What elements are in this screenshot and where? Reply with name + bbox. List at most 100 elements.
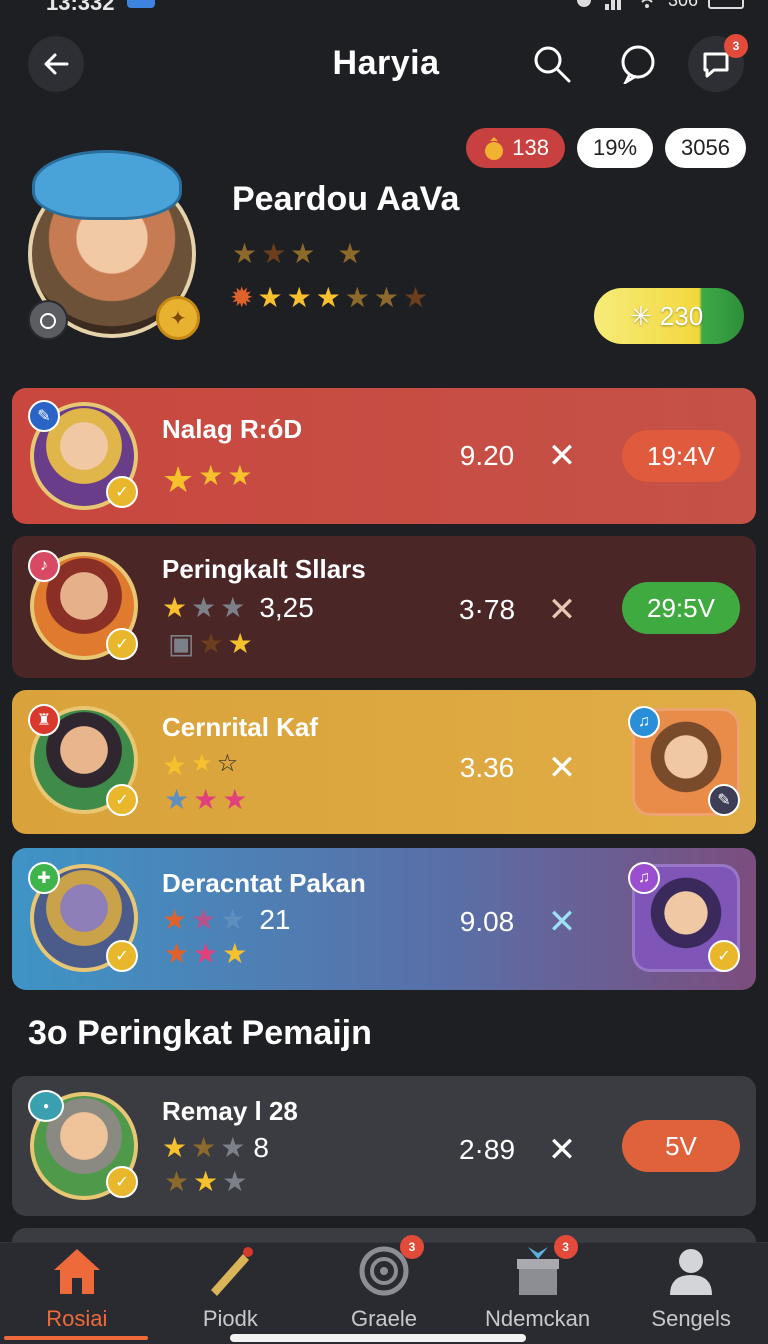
- nav-item-rosiai[interactable]: Rosiai: [0, 1243, 154, 1344]
- leaderboard-card[interactable]: ✎ ✓ Nalag R:óD ★ ★ ★ 9.20 ✕ 19:4V: [12, 388, 756, 524]
- player-rating-secondary: ★ ★ ★: [164, 786, 247, 814]
- player-rating: ★ ★ ★ 21: [162, 906, 290, 934]
- brush-icon: [202, 1243, 258, 1298]
- time-pill[interactable]: 19:4V: [622, 430, 740, 482]
- nav-item-piodk[interactable]: Piodk: [154, 1243, 308, 1344]
- star-icon: ★: [198, 628, 224, 659]
- star-icon: ★: [232, 238, 258, 269]
- gamepad-icon: ✚: [28, 862, 60, 894]
- player-rating-secondary: ★ ★ ★: [164, 1168, 247, 1196]
- nav-label: Sengels: [651, 1306, 731, 1331]
- status-time: 13:332: [46, 0, 115, 15]
- search-button[interactable]: [528, 40, 576, 88]
- star-icon: ★: [286, 282, 312, 313]
- star-icon: ★: [227, 628, 253, 659]
- star-icon: ★: [257, 282, 283, 313]
- music-icon: ♪: [28, 550, 60, 582]
- location-icon: [576, 0, 591, 7]
- nav-badge: 3: [399, 1235, 424, 1259]
- nav-item-ndemckan[interactable]: 3 Ndemckan: [461, 1235, 615, 1344]
- close-icon[interactable]: ✕: [542, 748, 582, 788]
- battery-icon: [708, 0, 744, 9]
- leaderboard-card[interactable]: ✚ ✓ Deracntat Pakan ★ ★ ★ 21 ★ ★ ★ 9.08 …: [12, 848, 756, 990]
- leaderboard-card[interactable]: ♪ ✓ Peringkalt Sllars ★ ★ ★ 3,25 ▣ ★ ★ 3…: [12, 536, 756, 678]
- camera-icon[interactable]: [28, 300, 68, 340]
- profile-avatar[interactable]: ✦: [28, 150, 200, 340]
- coins-pill[interactable]: 138: [466, 128, 565, 168]
- player-name: Cernrital Kaf: [162, 712, 319, 742]
- battery-percent: 306: [667, 0, 698, 10]
- nav-badge: 3: [553, 1235, 578, 1259]
- gift-box-icon: 3: [510, 1235, 578, 1298]
- rating-value: 8: [253, 1132, 269, 1163]
- check-icon: ✓: [106, 1166, 138, 1198]
- points-pill[interactable]: 3056: [665, 128, 746, 168]
- close-icon[interactable]: ✕: [542, 590, 582, 630]
- check-icon: ✓: [106, 940, 138, 972]
- home-indicator: [230, 1334, 526, 1342]
- points-value: 3056: [681, 135, 730, 160]
- back-button[interactable]: [28, 36, 84, 92]
- app-notification-icon: [126, 0, 155, 8]
- star-outline-icon: ☆: [216, 750, 239, 777]
- section-title: 3o Peringkat Pemaijn: [28, 1014, 372, 1052]
- player-name: Remay l 28: [162, 1096, 298, 1126]
- nav-label: Ndemckan: [485, 1306, 591, 1331]
- player-rating-secondary: ▣ ★ ★: [168, 630, 253, 658]
- nav-item-sengels[interactable]: Sengels: [614, 1243, 768, 1344]
- star-icon: ★: [164, 784, 190, 815]
- time-pill[interactable]: 29:5V: [622, 582, 740, 634]
- player-score: 3.36: [459, 752, 515, 783]
- top-bar: Haryia 3: [28, 34, 748, 96]
- close-icon[interactable]: ✕: [542, 902, 582, 942]
- close-icon[interactable]: ✕: [542, 436, 582, 476]
- close-icon[interactable]: ✕: [542, 1130, 582, 1170]
- star-icon: ★: [290, 238, 316, 269]
- trophy-icon: ♜: [28, 704, 60, 736]
- medal-icon: ✦: [156, 296, 200, 340]
- player-name: Nalag R:óD: [162, 414, 303, 444]
- time-pill[interactable]: 5V: [622, 1120, 740, 1172]
- target-icon: 3: [356, 1235, 424, 1298]
- star-icon: ★: [222, 938, 248, 969]
- nav-item-graele[interactable]: 3 Graele: [307, 1235, 461, 1344]
- coins-value: 138: [512, 135, 549, 160]
- star-icon: ★: [222, 1166, 248, 1197]
- profile-rating-row-2: ✹ ★ ★ ★ ★ ★ ★: [230, 284, 428, 312]
- star-icon: ★: [191, 592, 217, 623]
- star-icon: ★: [193, 1166, 219, 1197]
- player-score: 9.08: [459, 906, 515, 937]
- star-icon: ★: [198, 460, 224, 491]
- stats-bar: 138 19% 3056: [466, 128, 746, 168]
- messages-button[interactable]: 3: [688, 34, 748, 92]
- signal-icon: [604, 0, 621, 10]
- player-name: Deracntat Pakan: [162, 868, 366, 898]
- star-icon: ★: [220, 592, 246, 623]
- sparkle-icon: ✳: [630, 300, 652, 331]
- player-name: Peringkalt Sllars: [162, 554, 366, 584]
- star-icon: ★: [220, 904, 246, 935]
- star-icon: ★: [193, 938, 219, 969]
- notification-badge: 3: [724, 34, 748, 58]
- star-icon: ★: [162, 459, 195, 500]
- leaderboard-card[interactable]: ● ✓ Remay l 28 ★ ★ ★ 8 ★ ★ ★ 2·89 ✕ 5V: [12, 1076, 756, 1216]
- star-icon: ★: [162, 904, 188, 935]
- chat-button[interactable]: [614, 40, 662, 88]
- player-rating: ★ ★ ☆: [162, 752, 238, 780]
- hat-graphic: [32, 150, 182, 220]
- check-icon: ✓: [106, 784, 138, 816]
- player-score: 9.20: [459, 440, 515, 471]
- status-bar: 13:332 306: [0, 0, 768, 24]
- money-bag-icon: [485, 137, 504, 160]
- xp-pill[interactable]: ✳ 230: [594, 288, 744, 344]
- percent-pill[interactable]: 19%: [577, 128, 654, 168]
- arrow-left-icon: [44, 53, 69, 75]
- leaderboard-card[interactable]: ♜ ✓ Cernrital Kaf ★ ★ ☆ ★ ★ ★ 3.36 ✕ ♫ ✎: [12, 690, 756, 834]
- percent-value: 19%: [593, 135, 638, 160]
- player-score: 2·89: [458, 1134, 516, 1165]
- search-icon: [534, 46, 571, 83]
- check-icon: ✓: [106, 476, 138, 508]
- flame-icon: ✹: [230, 282, 254, 313]
- player-rating: ★ ★ ★ 3,25: [162, 594, 314, 622]
- rating-value: 21: [259, 904, 291, 935]
